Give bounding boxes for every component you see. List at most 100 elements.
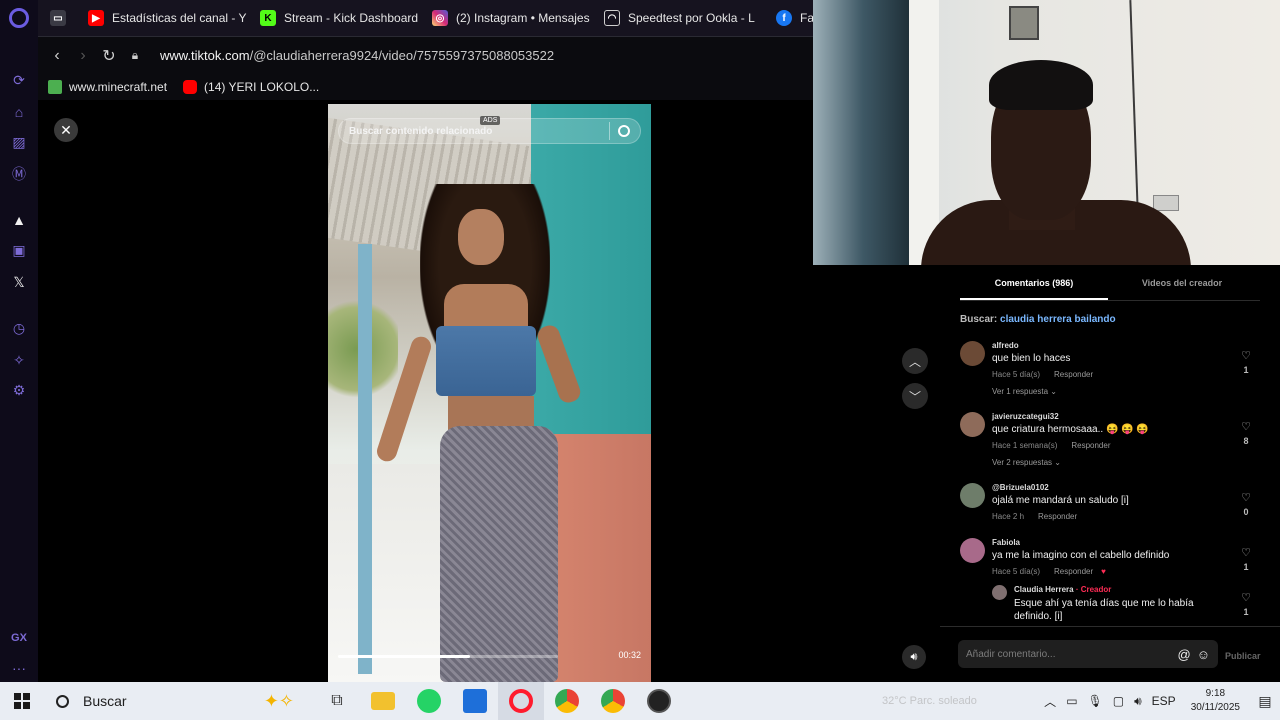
avatar[interactable] xyxy=(960,412,985,437)
chevron-up-icon: ︿ xyxy=(908,354,921,369)
comment-input-box[interactable]: @ ☺ xyxy=(958,640,1218,668)
emoji-icon[interactable]: ☺ xyxy=(1197,647,1210,662)
back-icon[interactable]: ‹ xyxy=(44,47,70,65)
store-button[interactable] xyxy=(452,682,498,720)
search-suggestion[interactable]: Buscar: claudia herrera bailando xyxy=(960,314,1116,325)
comment-item: javieruzcategui32 que criatura hermosaaa… xyxy=(960,412,1260,472)
close-button[interactable]: ✕ xyxy=(54,118,78,142)
publish-button[interactable]: Publicar xyxy=(1225,651,1261,661)
comment-author[interactable]: @Brizuela0102 xyxy=(992,483,1049,492)
settings-icon[interactable]: ⚙ xyxy=(9,380,29,400)
windows-taskbar: Buscar ✦✧ ⧉ 32°C Parc. soleado ︿ ▭ 🎙︎ ▢ … xyxy=(0,682,1280,720)
bookmark-youtube[interactable]: (14) YERI LOKOLO... xyxy=(183,80,319,94)
tab-facebook[interactable]: f Fac xyxy=(766,0,813,36)
start-button[interactable] xyxy=(0,682,44,720)
network-icon[interactable]: ▢ xyxy=(1113,694,1124,708)
like-button[interactable]: ♡ 0 xyxy=(1240,493,1252,518)
clock[interactable]: 9:18 30/11/2025 xyxy=(1191,687,1240,715)
tab-instagram[interactable]: ◎ (2) Instagram • Mensajes xyxy=(422,0,594,36)
volume-button[interactable]: 🔊︎ xyxy=(902,645,926,669)
clock-date: 30/11/2025 xyxy=(1190,702,1240,713)
instagram-icon: ◎ xyxy=(432,10,448,26)
search-icon[interactable] xyxy=(618,125,630,137)
avatar[interactable] xyxy=(992,585,1007,600)
reply-text: Esque ahí ya tenía días que me lo había … xyxy=(1014,598,1194,622)
x-icon[interactable]: 𝕏 xyxy=(9,272,29,292)
tab-youtube-studio[interactable]: ▶ Estadísticas del canal - Y xyxy=(78,0,250,36)
reload-icon[interactable]: ↻ xyxy=(96,46,122,66)
like-button[interactable]: ♡ 1 xyxy=(1240,593,1252,618)
tab-speedtest[interactable]: ◠ Speedtest por Ookla - L xyxy=(594,0,766,36)
next-video-button[interactable]: ﹀ xyxy=(902,383,928,409)
comment-meta: Hace 1 semana(s) Responder xyxy=(992,441,1111,450)
lock-icon[interactable]: 🔒︎ xyxy=(122,48,148,63)
bookmark-minecraft[interactable]: www.minecraft.net xyxy=(48,80,167,94)
facebook-icon: f xyxy=(776,10,792,26)
chrome-button[interactable] xyxy=(544,682,590,720)
chevron-up-icon[interactable]: ︿ xyxy=(1044,693,1056,710)
forward-icon[interactable]: › xyxy=(70,47,96,65)
chevron-down-icon: ﹀ xyxy=(908,389,921,404)
comment-time: Hace 5 día(s) xyxy=(992,370,1041,379)
battery-icon[interactable]: ▭ xyxy=(1066,694,1077,708)
tab-kick[interactable]: K Stream - Kick Dashboard xyxy=(250,0,422,36)
obs-button[interactable] xyxy=(636,682,682,720)
taskbar-search[interactable]: Buscar ✦✧ xyxy=(44,682,314,720)
task-view-button[interactable]: ⧉ xyxy=(314,682,360,720)
crypto-wallet-icon[interactable]: ⌂ xyxy=(9,102,29,122)
like-button[interactable]: ♡ 1 xyxy=(1240,547,1252,573)
history-icon[interactable]: ◷ xyxy=(9,318,29,338)
reply-author[interactable]: Claudia Herrera · Creador xyxy=(1014,585,1111,594)
address-bar: ‹ › ↻ 🔒︎ www.tiktok.com/@claudiaherrera9… xyxy=(38,36,813,74)
opera-button[interactable] xyxy=(498,682,544,720)
avatar[interactable] xyxy=(960,341,985,366)
comment-author[interactable]: Fabiola xyxy=(992,538,1020,547)
more-icon[interactable]: ··· xyxy=(9,658,29,678)
view-replies-button[interactable]: Ver 1 respuesta ⌄ xyxy=(992,387,1057,396)
volume-icon[interactable]: 🔊︎ xyxy=(1134,694,1142,709)
comment-author[interactable]: javieruzcategui32 xyxy=(992,412,1059,421)
kick-icon: K xyxy=(260,10,276,26)
aria-icon[interactable]: ⟳ xyxy=(9,70,29,90)
reply-button[interactable]: Responder xyxy=(1071,441,1110,450)
view-replies-button[interactable]: Ver 2 respuestas ⌄ xyxy=(992,458,1061,467)
avatar[interactable] xyxy=(960,538,985,563)
arc-icon[interactable]: ▲ xyxy=(9,210,29,230)
twitch-icon[interactable]: ▣ xyxy=(9,240,29,260)
mastodon-icon[interactable]: Ⓜ xyxy=(9,164,29,184)
gx-icon[interactable]: GX xyxy=(9,628,29,648)
microphone-icon[interactable]: 🎙︎ xyxy=(1088,694,1103,708)
url-field[interactable]: www.tiktok.com/@claudiaherrera9924/video… xyxy=(160,48,554,63)
notifications-icon[interactable]: ▤ xyxy=(1250,693,1280,710)
comment-author[interactable]: alfredo xyxy=(992,341,1019,350)
opera-menu-icon[interactable] xyxy=(9,8,29,28)
comment-input[interactable] xyxy=(966,648,1172,660)
like-button[interactable]: ♡ 8 xyxy=(1240,422,1252,447)
search-suggestion-link[interactable]: claudia herrera bailando xyxy=(1000,314,1116,325)
reply-button[interactable]: Responder xyxy=(1038,512,1077,521)
bookmark-label: www.minecraft.net xyxy=(69,80,168,94)
avatar[interactable] xyxy=(960,483,985,508)
reply-button[interactable]: Responder xyxy=(1054,370,1093,379)
webcam-outlet xyxy=(1153,195,1179,211)
video-player[interactable]: Buscar contenido relacionado ADS 00:32 xyxy=(328,104,651,682)
mention-icon[interactable]: @ xyxy=(1178,647,1191,662)
file-explorer-button[interactable] xyxy=(360,682,406,720)
tab-creator-videos[interactable]: Videos del creador xyxy=(1108,278,1256,300)
reply-button[interactable]: Responder xyxy=(1054,567,1093,576)
video-progress-bar[interactable] xyxy=(338,655,558,658)
extensions-icon[interactable]: ✧ xyxy=(9,350,29,370)
like-button[interactable]: ♡ 1 xyxy=(1240,351,1252,376)
windows-logo-icon xyxy=(14,693,30,709)
chrome-profile-button[interactable] xyxy=(590,682,636,720)
tab-comments[interactable]: Comentarios (986) xyxy=(960,278,1108,300)
whatsapp-button[interactable] xyxy=(406,682,452,720)
language-indicator[interactable]: ESP xyxy=(1152,694,1176,708)
weather-widget[interactable]: 32°C Parc. soleado xyxy=(882,695,977,707)
comment-item: Fabiola ya me la imagino con el cabello … xyxy=(960,538,1260,582)
tab-games[interactable]: ▭ xyxy=(38,0,78,36)
messenger-icon[interactable]: ▨ xyxy=(9,132,29,152)
webcam-person-hair xyxy=(989,60,1093,110)
previous-video-button[interactable]: ︿ xyxy=(902,348,928,374)
heart-icon: ♡ xyxy=(1241,547,1251,559)
